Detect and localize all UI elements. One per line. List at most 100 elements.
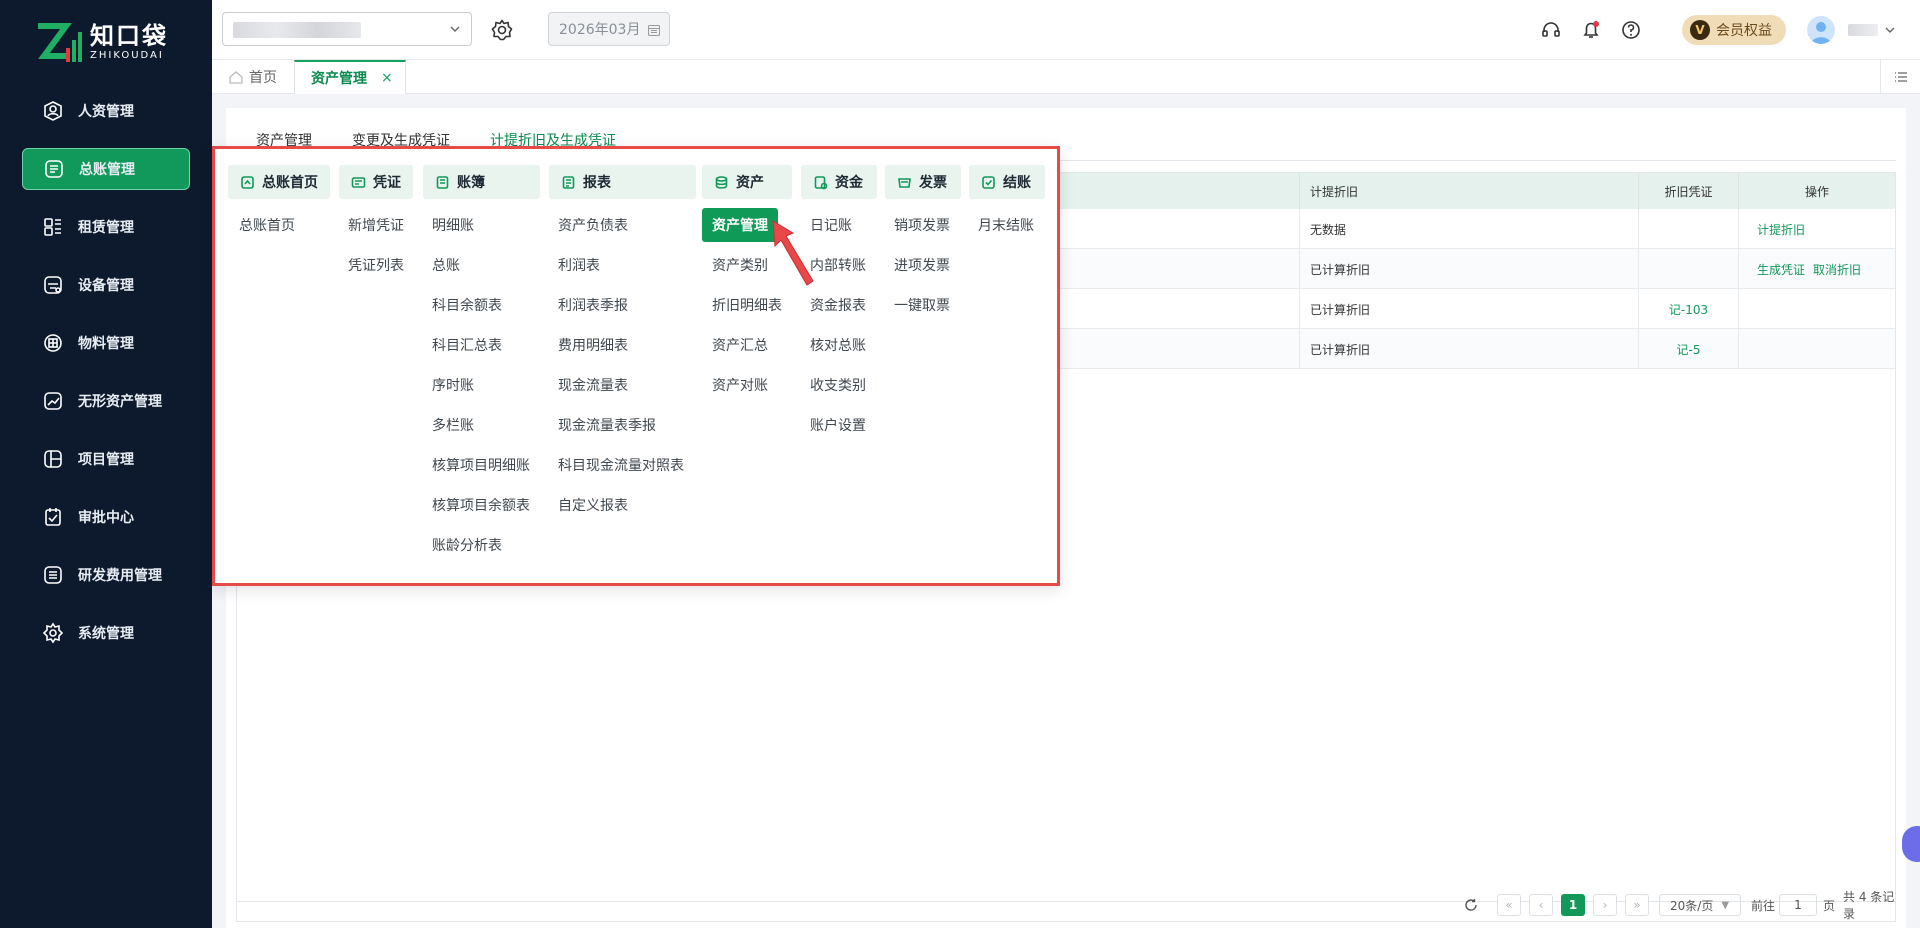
accrue-depreciation-link[interactable]: 计提折旧 [1757, 221, 1805, 238]
menu-item-month-end-close[interactable]: 月末结账 [978, 213, 1034, 237]
first-page-button[interactable]: « [1497, 894, 1521, 916]
cancel-depreciation-link[interactable]: 取消折旧 [1813, 261, 1861, 278]
menu-item-asset-category[interactable]: 资产类别 [712, 253, 768, 277]
brand-logo[interactable]: 知口袋 ZHIKOUDAI [36, 18, 168, 68]
menu-item-sales-invoice[interactable]: 销项发票 [894, 213, 950, 237]
menu-item-cash-flow[interactable]: 现金流量表 [558, 373, 628, 397]
menu-item-purchase-invoice[interactable]: 进项发票 [894, 253, 950, 277]
menu-item-multi-column-ledger[interactable]: 多栏账 [432, 413, 474, 437]
sidebar-item-hr[interactable]: 人资管理 [22, 90, 190, 132]
menu-category-funds[interactable]: 资金 [801, 165, 877, 199]
menu-item-detail-ledger[interactable]: 明细账 [432, 213, 474, 237]
lease-icon [42, 216, 64, 238]
next-page-button[interactable]: › [1593, 894, 1617, 916]
menu-item-cash-flow-quarterly[interactable]: 现金流量表季报 [558, 413, 656, 437]
company-name-redacted [233, 22, 361, 38]
closing-icon [982, 175, 995, 189]
sidebar-item-approval[interactable]: 审批中心 [22, 496, 190, 538]
menu-item-general-ledger[interactable]: 总账 [432, 253, 460, 277]
current-page[interactable]: 1 [1561, 894, 1585, 916]
menu-category-assets[interactable]: 资产 [702, 165, 792, 199]
sidebar-item-intangible[interactable]: 无形资产管理 [22, 380, 190, 422]
menu-category-books[interactable]: 账簿 [423, 165, 540, 199]
last-page-button[interactable]: » [1625, 894, 1649, 916]
voucher-icon [351, 176, 366, 188]
menu-item-expense-detail[interactable]: 费用明细表 [558, 333, 628, 357]
period-value: 2026年03月 [559, 22, 641, 38]
chevron-down-icon[interactable] [1884, 24, 1896, 36]
menu-item-project-balance[interactable]: 核算项目余额表 [432, 493, 530, 517]
sidebar-item-device[interactable]: 设备管理 [22, 264, 190, 306]
menu-item-income-statement[interactable]: 利润表 [558, 253, 600, 277]
approval-icon [42, 506, 64, 528]
close-icon[interactable]: × [381, 70, 393, 86]
menu-category-reports[interactable]: 报表 [549, 165, 696, 199]
page-tabs: 首页 资产管理 × [212, 60, 1920, 94]
menu-item-asset-management[interactable]: 资产管理 [702, 208, 778, 242]
refresh-icon[interactable] [1463, 894, 1479, 916]
chat-widget-icon[interactable] [1902, 826, 1920, 862]
gear-icon[interactable] [490, 18, 514, 42]
menu-category-invoices[interactable]: 发票 [885, 165, 961, 199]
user-name-redacted[interactable] [1848, 24, 1878, 36]
sidebar-nav: 人资管理 总账管理 租赁管理 设备管理 物料管理 无形资产管理 项目管理 审批中… [22, 90, 190, 670]
tab-home[interactable]: 首页 [228, 60, 277, 94]
menu-item-project-detail[interactable]: 核算项目明细账 [432, 453, 530, 477]
bell-icon[interactable] [1580, 19, 1602, 41]
menu-item-asset-reconcile[interactable]: 资产对账 [712, 373, 768, 397]
chevron-down-icon [450, 26, 460, 32]
sidebar-item-material[interactable]: 物料管理 [22, 322, 190, 364]
generate-voucher-link[interactable]: 生成凭证 [1757, 261, 1805, 278]
voucher-link[interactable] [1639, 249, 1739, 289]
menu-category-voucher[interactable]: 凭证 [339, 165, 413, 199]
help-icon[interactable] [1620, 19, 1642, 41]
sidebar-item-project[interactable]: 项目管理 [22, 438, 190, 480]
menu-item-voucher-list[interactable]: 凭证列表 [348, 253, 404, 277]
logo-mark-icon [36, 22, 82, 64]
sidebar-item-lease[interactable]: 租赁管理 [22, 206, 190, 248]
menu-item-depreciation-detail[interactable]: 折旧明细表 [712, 293, 782, 317]
sidebar-item-general-ledger[interactable]: 总账管理 [22, 148, 190, 190]
menu-item-account-cash-flow[interactable]: 科目现金流量对照表 [558, 453, 684, 477]
menu-item-account-balance[interactable]: 科目余额表 [432, 293, 502, 317]
company-select[interactable] [222, 12, 472, 46]
invoice-icon [898, 177, 911, 188]
menu-item-income-quarterly[interactable]: 利润表季报 [558, 293, 628, 317]
menu-item-balance-sheet[interactable]: 资产负债表 [558, 213, 628, 237]
top-header: 2026年03月 V 会员权益 [212, 0, 1920, 60]
sidebar-item-system[interactable]: 系统管理 [22, 612, 190, 654]
menu-item-account-summary[interactable]: 科目汇总表 [432, 333, 502, 357]
headset-icon[interactable] [1540, 19, 1562, 41]
menu-item-check-ledger[interactable]: 核对总账 [810, 333, 866, 357]
general-ledger-menu: 总账首页 凭证 账簿 报表 资产 资金 发票 结账 总账首页 新增凭证 凭证列表… [212, 146, 1060, 586]
page-size-select[interactable]: 20条/页 ▼ [1659, 894, 1741, 916]
menu-item-asset-summary[interactable]: 资产汇总 [712, 333, 768, 357]
menu-item-aging-analysis[interactable]: 账龄分析表 [432, 533, 502, 557]
voucher-link[interactable]: 记-5 [1639, 329, 1739, 369]
period-picker[interactable]: 2026年03月 [548, 12, 670, 46]
menu-item-new-voucher[interactable]: 新增凭证 [348, 213, 404, 237]
member-benefits-label: 会员权益 [1716, 23, 1772, 39]
tabs-menu-button[interactable] [1880, 60, 1920, 94]
menu-item-fetch-invoices[interactable]: 一键取票 [894, 293, 950, 317]
menu-item-ledger-home[interactable]: 总账首页 [239, 213, 295, 237]
member-benefits-button[interactable]: V 会员权益 [1682, 15, 1786, 45]
menu-category-closing[interactable]: 结账 [969, 165, 1045, 199]
home-ledger-icon [241, 175, 254, 189]
table-header-depreciation: 计提折旧 [1300, 173, 1639, 209]
tab-asset-management[interactable]: 资产管理 × [294, 60, 406, 94]
avatar[interactable] [1807, 16, 1835, 44]
goto-suffix: 页 [1823, 898, 1836, 913]
menu-item-income-expense-category[interactable]: 收支类别 [810, 373, 866, 397]
menu-item-custom-report[interactable]: 自定义报表 [558, 493, 628, 517]
menu-item-fund-report[interactable]: 资金报表 [810, 293, 866, 317]
goto-page-input[interactable]: 1 [1779, 894, 1817, 916]
sidebar-item-rd-expense[interactable]: 研发费用管理 [22, 554, 190, 596]
menu-category-ledger-home[interactable]: 总账首页 [228, 165, 330, 199]
menu-item-account-settings[interactable]: 账户设置 [810, 413, 866, 437]
intangible-asset-icon [42, 390, 64, 412]
voucher-link[interactable]: 记-103 [1639, 289, 1739, 329]
voucher-link[interactable] [1639, 209, 1739, 249]
prev-page-button[interactable]: ‹ [1529, 894, 1553, 916]
menu-item-journal[interactable]: 序时账 [432, 373, 474, 397]
